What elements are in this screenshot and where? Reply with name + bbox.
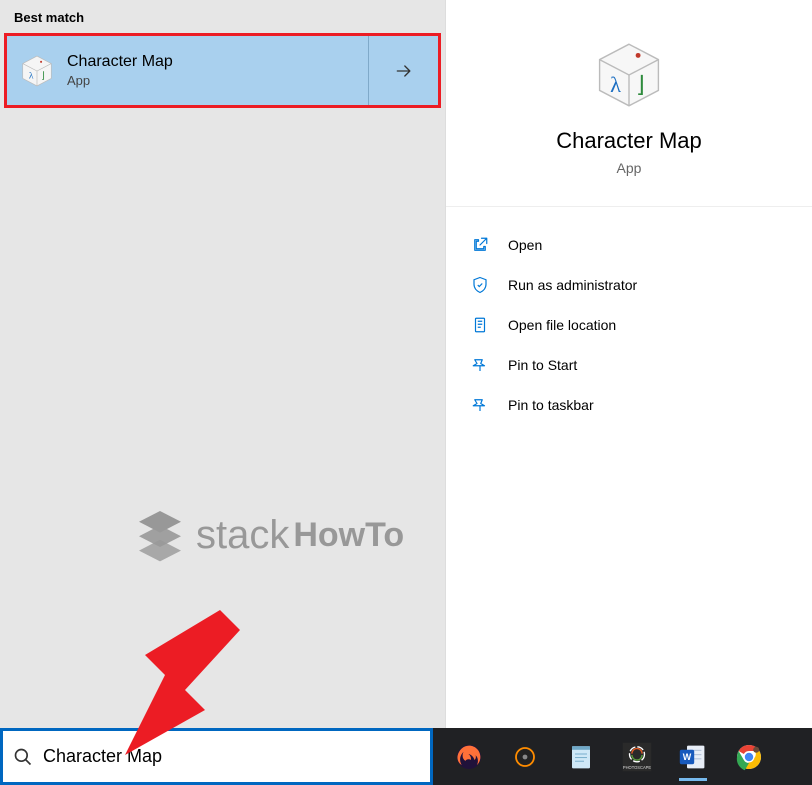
action-label: Open file location [508,317,616,333]
action-label: Run as administrator [508,277,637,293]
detail-app-icon: λ ⌋ [594,40,664,110]
action-open-location[interactable]: Open file location [446,305,812,345]
detail-pane: λ ⌋ Character Map App Open Run as admini… [445,0,812,728]
search-result-character-map[interactable]: λ ⌋ Character Map App [4,33,441,108]
result-subtitle: App [67,73,368,88]
chrome-icon [734,742,764,772]
word-icon: W [678,742,708,772]
action-label: Pin to Start [508,357,577,373]
result-text-wrap: Character Map App [67,53,368,88]
action-open[interactable]: Open [446,225,812,265]
open-icon [470,235,490,255]
taskbar-notepad[interactable] [563,739,599,775]
result-icon: λ ⌋ [7,54,67,88]
disc-icon [510,742,540,772]
taskbar-photoscape[interactable]: PHOTOSCAPE [619,739,655,775]
action-run-as-admin[interactable]: Run as administrator [446,265,812,305]
detail-subtitle: App [617,160,642,176]
taskbar-media-player[interactable] [507,739,543,775]
search-input[interactable] [43,746,420,767]
character-map-icon: λ ⌋ [594,40,664,110]
expand-result-button[interactable] [368,36,438,105]
taskbar-apps: PHOTOSCAPE W [433,728,812,785]
svg-text:λ: λ [610,72,621,97]
character-map-icon: λ ⌋ [20,54,54,88]
action-label: Pin to taskbar [508,397,594,413]
search-results-pane: Best match λ ⌋ Character Map App [0,0,445,728]
taskbar-chrome[interactable] [731,739,767,775]
action-pin-taskbar[interactable]: Pin to taskbar [446,385,812,425]
folder-icon [470,315,490,335]
action-pin-start[interactable]: Pin to Start [446,345,812,385]
pin-icon [470,395,490,415]
result-title: Character Map [67,53,368,71]
admin-icon [470,275,490,295]
taskbar-firefox[interactable] [451,739,487,775]
photoscape-icon: PHOTOSCAPE [620,740,654,774]
svg-text:⌋: ⌋ [636,72,645,97]
taskbar-search-box[interactable] [0,728,433,785]
taskbar-word[interactable]: W [675,739,711,775]
pin-icon [470,355,490,375]
action-label: Open [508,237,542,253]
firefox-icon [454,742,484,772]
svg-text:λ: λ [29,71,34,81]
svg-text:W: W [683,752,692,762]
action-list: Open Run as administrator Open file loca… [446,207,812,443]
detail-header: λ ⌋ Character Map App [446,0,812,207]
section-header-best-match: Best match [0,0,445,33]
taskbar: PHOTOSCAPE W [0,728,812,785]
notepad-icon [566,742,596,772]
arrow-right-icon [394,61,414,81]
detail-title: Character Map [556,128,702,154]
svg-text:⌋: ⌋ [41,70,45,81]
search-icon [13,747,33,767]
svg-text:PHOTOSCAPE: PHOTOSCAPE [623,765,652,770]
